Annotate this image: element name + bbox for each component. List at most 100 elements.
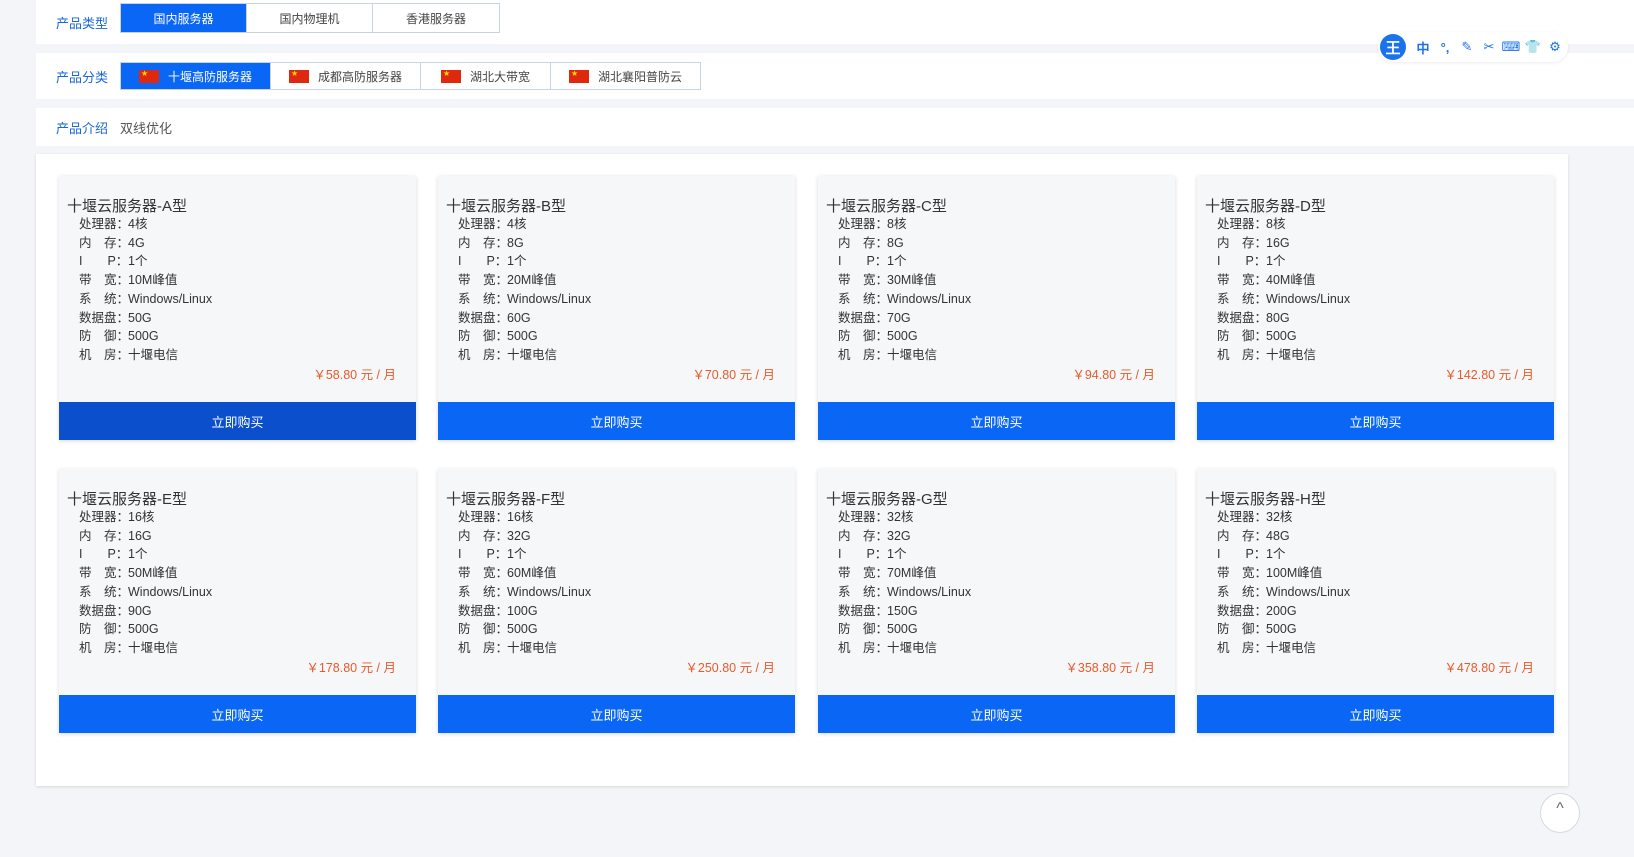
spec-label-bandwidth: 带 宽：: [838, 566, 889, 581]
spec-value-cpu: 8核: [887, 217, 907, 231]
category-option-chengdu-ddos[interactable]: 成都高防服务器: [271, 63, 422, 89]
ime-logo-icon[interactable]: 王: [1380, 34, 1406, 60]
spec-label-cpu: 处理器：: [838, 510, 889, 524]
spec-value-defense: 500G: [128, 622, 159, 637]
buy-now-button[interactable]: 立即购买: [1197, 695, 1554, 733]
spec-label-defense: 防 御：: [79, 329, 130, 344]
keyboard-icon[interactable]: ⌨: [1500, 36, 1522, 58]
spec-label-disk: 数据盘：: [1217, 310, 1268, 325]
spec-value-datacenter: 十堰电信: [1266, 347, 1317, 362]
spec-value-datacenter: 十堰电信: [1266, 640, 1317, 655]
spec-label-disk: 数据盘：: [79, 310, 130, 325]
spec-value-ram: 32G: [887, 528, 911, 543]
spec-value-ram: 8G: [887, 235, 904, 250]
spec-label-datacenter: 机 房：: [458, 347, 509, 362]
spec-value-os: Windows/Linux: [507, 291, 592, 306]
category-option-label: 湖北大带宽: [470, 69, 531, 84]
spec-value-cpu: 4核: [507, 217, 527, 231]
spec-label-defense: 防 御：: [1217, 622, 1268, 637]
category-option-hubei-bandwidth[interactable]: 湖北大带宽: [421, 63, 552, 89]
spec-value-ram: 48G: [1266, 528, 1290, 543]
spec-value-bandwidth: 30M峰值: [887, 273, 937, 288]
spec-value-disk: 80G: [1266, 310, 1290, 325]
spec-label-os: 系 统：: [1217, 291, 1268, 306]
buy-now-button[interactable]: 立即购买: [1197, 402, 1554, 440]
spec-value-disk: 150G: [887, 603, 918, 618]
spec-value-disk: 70G: [887, 310, 911, 325]
product-card-g: 十堰云服务器-G型 处理器：32核 内 存：32G I P：1个 带 宽：70M…: [818, 469, 1175, 733]
buy-now-button[interactable]: 立即购买: [438, 695, 795, 733]
spec-label-cpu: 处理器：: [79, 510, 130, 524]
product-title: 十堰云服务器-D型: [1205, 198, 1326, 215]
product-intro-label: 产品介绍: [56, 120, 109, 136]
china-flag-icon: [289, 68, 310, 83]
ime-toolbar: 王 中 °, ✎ ✂ ⌨ 👕 ⚙: [1378, 32, 1568, 62]
spec-value-cpu: 32核: [887, 510, 914, 524]
spec-label-ram: 内 存：: [79, 528, 130, 543]
spec-value-disk: 100G: [507, 603, 538, 618]
spec-value-os: Windows/Linux: [507, 584, 592, 599]
product-price: ￥94.80 元 / 月: [1072, 368, 1155, 382]
spec-value-os: Windows/Linux: [1266, 584, 1351, 599]
spec-value-cpu: 32核: [1266, 510, 1293, 524]
spec-value-ram: 16G: [128, 528, 152, 543]
chinese-input-icon[interactable]: 中: [1412, 36, 1434, 58]
spec-label-cpu: 处理器：: [838, 217, 889, 231]
scroll-to-top-button[interactable]: ^: [1540, 793, 1580, 833]
product-card-e: 十堰云服务器-E型 处理器：16核 内 存：16G I P：1个 带 宽：50M…: [59, 469, 416, 733]
product-specs: 处理器：4核 内 存：8G I P：1个 带 宽：20M峰值 系 统：Windo…: [458, 215, 591, 365]
spec-label-os: 系 统：: [838, 584, 889, 599]
category-option-xiangyang-cloud[interactable]: 湖北襄阳普防云: [551, 63, 701, 89]
product-price: ￥70.80 元 / 月: [692, 368, 775, 382]
product-type-option-domestic-physical[interactable]: 国内物理机: [247, 4, 373, 32]
product-category-options: 十堰高防服务器 成都高防服务器 湖北大带宽 湖北襄阳普防云: [120, 62, 702, 90]
product-card-d: 十堰云服务器-D型 处理器：8核 内 存：16G I P：1个 带 宽：40M峰…: [1197, 176, 1554, 440]
product-price: ￥142.80 元 / 月: [1444, 368, 1534, 382]
spec-value-os: Windows/Linux: [887, 291, 972, 306]
spec-label-disk: 数据盘：: [1217, 603, 1268, 618]
spec-label-defense: 防 御：: [79, 622, 130, 637]
product-type-option-domestic-server[interactable]: 国内服务器: [121, 4, 247, 32]
product-specs: 处理器：8核 内 存：8G I P：1个 带 宽：30M峰值 系 统：Windo…: [838, 215, 971, 365]
spec-value-ip: 1个: [887, 547, 907, 562]
pen-icon[interactable]: ✎: [1456, 36, 1478, 58]
spec-label-defense: 防 御：: [458, 329, 509, 344]
spec-label-disk: 数据盘：: [838, 603, 889, 618]
buy-now-button[interactable]: 立即购买: [818, 695, 1175, 733]
product-specs: 处理器：32核 内 存：48G I P：1个 带 宽：100M峰值 系 统：Wi…: [1217, 508, 1350, 658]
skin-icon[interactable]: 👕: [1522, 36, 1544, 58]
spec-label-cpu: 处理器：: [79, 217, 130, 231]
spec-label-os: 系 统：: [79, 584, 130, 599]
spec-value-disk: 60G: [507, 310, 531, 325]
spec-label-defense: 防 御：: [838, 329, 889, 344]
buy-now-button[interactable]: 立即购买: [59, 695, 416, 733]
spec-value-defense: 500G: [507, 622, 538, 637]
spec-value-defense: 500G: [128, 329, 159, 344]
spec-label-ram: 内 存：: [458, 235, 509, 250]
buy-now-button[interactable]: 立即购买: [59, 402, 416, 440]
spec-value-ip: 1个: [1266, 547, 1286, 562]
spec-label-bandwidth: 带 宽：: [838, 273, 889, 288]
category-option-shiyan-ddos[interactable]: 十堰高防服务器: [121, 63, 272, 89]
settings-icon[interactable]: ⚙: [1544, 36, 1566, 58]
spec-value-disk: 200G: [1266, 603, 1297, 618]
product-type-option-hongkong-server[interactable]: 香港服务器: [373, 4, 499, 32]
spec-value-cpu: 16核: [507, 510, 534, 524]
punctuation-icon[interactable]: °,: [1434, 36, 1456, 58]
china-flag-icon: [139, 68, 159, 83]
spec-label-ip: I P：: [79, 254, 129, 269]
spec-label-datacenter: 机 房：: [1217, 347, 1268, 362]
china-flag-icon: [569, 68, 590, 83]
spec-label-bandwidth: 带 宽：: [1217, 273, 1268, 288]
scissors-icon[interactable]: ✂: [1478, 36, 1500, 58]
spec-label-bandwidth: 带 宽：: [1217, 566, 1268, 581]
spec-value-datacenter: 十堰电信: [128, 347, 179, 362]
spec-label-os: 系 统：: [79, 291, 130, 306]
buy-now-button[interactable]: 立即购买: [818, 402, 1175, 440]
product-price: ￥478.80 元 / 月: [1444, 661, 1534, 675]
spec-value-disk: 50G: [128, 310, 152, 325]
spec-value-ip: 1个: [1266, 254, 1286, 269]
product-title: 十堰云服务器-H型: [1205, 491, 1326, 508]
spec-value-os: Windows/Linux: [128, 584, 213, 599]
buy-now-button[interactable]: 立即购买: [438, 402, 795, 440]
